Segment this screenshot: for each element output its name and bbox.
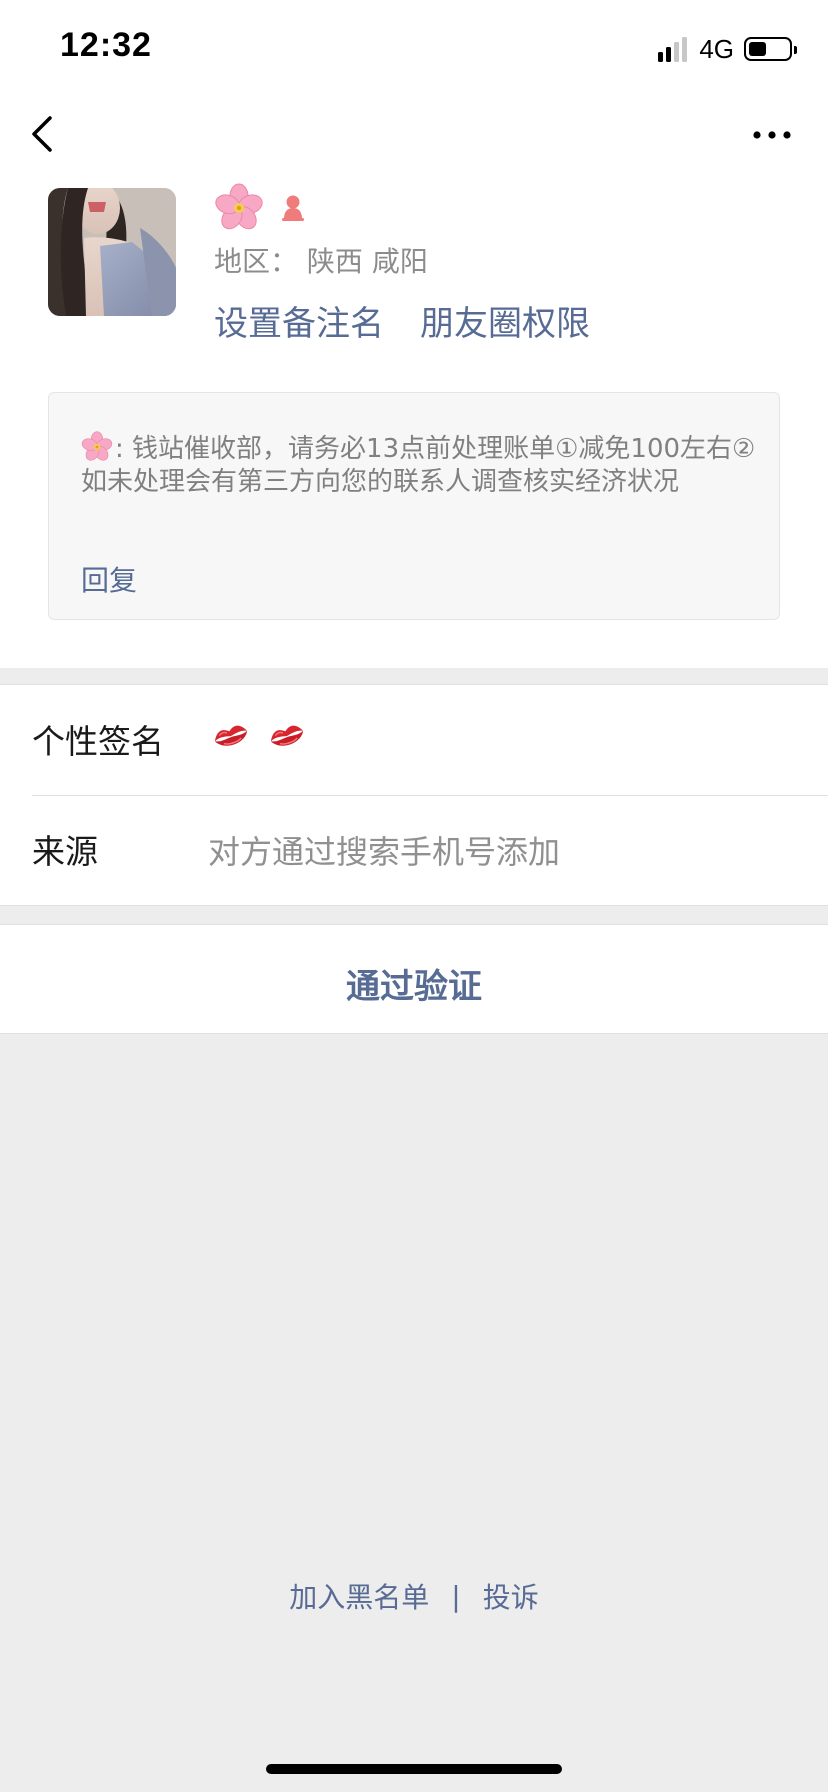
home-indicator[interactable]: [266, 1764, 562, 1774]
info-list: 个性签名 来源 对方通过搜索手机号添加: [0, 684, 828, 906]
friend-request-message: : 钱站催收部，请务必13点前处理账单①减免100左右②如未处理会有第三方向您的…: [48, 392, 780, 620]
more-dots-icon[interactable]: [752, 126, 792, 139]
navigation-bar: [0, 96, 828, 172]
female-icon: [282, 195, 304, 221]
profile-card: 地区： 陕西 咸阳 设置备注名 朋友圈权限 : 钱站催收部，请务必13点前处理账…: [0, 172, 828, 668]
chevron-left-icon[interactable]: [28, 114, 64, 154]
status-time: 12:32: [60, 26, 152, 64]
signature-label: 个性签名: [32, 722, 164, 761]
cherry-blossom-emoji: [215, 183, 263, 230]
cherry-blossom-emoji: [81, 431, 113, 461]
kiss-lips-icon: [214, 725, 248, 746]
moments-permission-link[interactable]: 朋友圈权限: [420, 296, 590, 345]
region-label: 地区：: [214, 245, 299, 278]
reply-link[interactable]: 回复: [81, 559, 137, 599]
signature-value: [212, 721, 306, 751]
set-remark-link[interactable]: 设置备注名: [214, 296, 384, 345]
kiss-lips-icon: [270, 725, 304, 746]
source-row: 来源 对方通过搜索手机号添加: [0, 795, 828, 905]
profile-actions: 设置备注名 朋友圈权限: [214, 296, 590, 345]
battery-icon: [744, 37, 797, 61]
status-indicators: 4G: [658, 33, 797, 64]
nickname-row: [214, 180, 308, 236]
footer-separator: |: [451, 1579, 461, 1613]
network-type: 4G: [699, 33, 734, 64]
verify-label: 通过验证: [346, 967, 482, 1007]
report-link[interactable]: 投诉: [483, 1576, 539, 1616]
source-label: 来源: [32, 832, 98, 871]
cellular-signal-icon: [658, 36, 688, 62]
add-to-blacklist-link[interactable]: 加入黑名单: [289, 1576, 429, 1616]
footer-links: 加入黑名单 | 投诉: [0, 1576, 828, 1616]
battery-level: [749, 42, 767, 56]
avatar[interactable]: [48, 188, 176, 316]
status-bar: 12:32 4G: [0, 0, 828, 96]
signature-row: 个性签名: [0, 685, 828, 796]
message-body: : 钱站催收部，请务必13点前处理账单①减免100左右②如未处理会有第三方向您的…: [81, 434, 756, 497]
source-value: 对方通过搜索手机号添加: [208, 833, 561, 871]
region-info: 地区： 陕西 咸阳: [214, 240, 428, 280]
region-value: 陕西 咸阳: [306, 245, 428, 278]
message-text: : 钱站催收部，请务必13点前处理账单①减免100左右②如未处理会有第三方向您的…: [81, 431, 757, 499]
verify-button[interactable]: 通过验证: [0, 924, 828, 1034]
